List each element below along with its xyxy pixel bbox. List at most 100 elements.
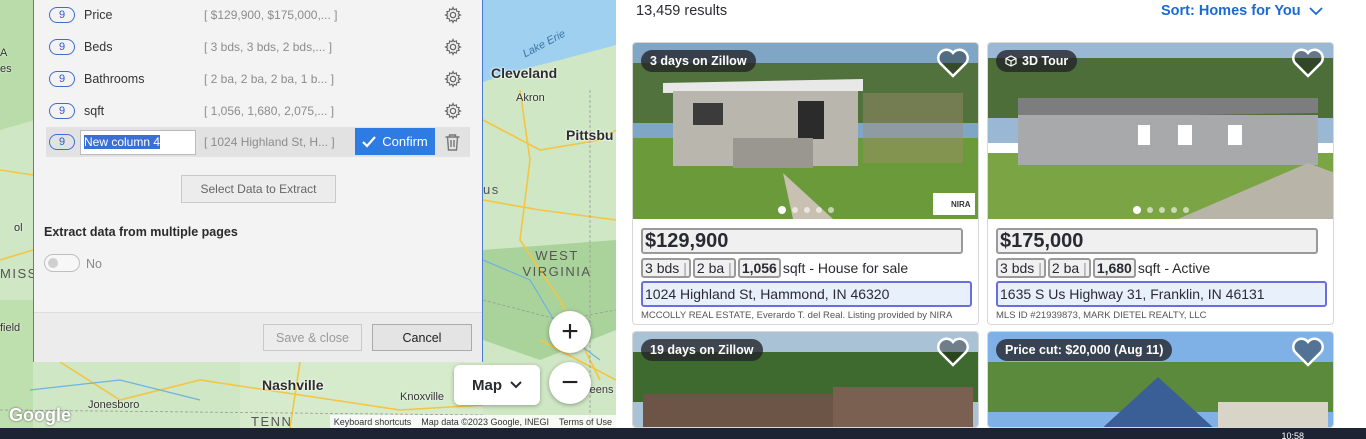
listing-info: $129,900 3 bds | 2 ba | 1,056 sqft - House… xyxy=(633,219,978,324)
map-label-state: WEST VIRGINIA xyxy=(522,248,592,279)
beds-fact: 3 bds | xyxy=(641,258,691,278)
listing-card[interactable]: 3D Tour $175,000 3 bds | 2 ba | 1,680 sqft… xyxy=(987,42,1334,325)
listing-card[interactable]: NIRA 3 days on Zillow $129,900 3 bds | 2 … xyxy=(632,42,979,325)
map-label-city: Knoxville xyxy=(400,391,445,403)
sqft-value: 1,680 xyxy=(1096,260,1132,276)
beds-unit: bds xyxy=(656,260,680,276)
nira-logo: NIRA xyxy=(951,200,971,209)
listing-tag: 3 days on Zillow xyxy=(641,50,756,72)
row-count-badge: 9 xyxy=(49,7,75,23)
listing-tag-label: 3 days on Zillow xyxy=(650,54,747,68)
column-preview: [ 1,056, 1,680, 2,075,... ] xyxy=(204,104,335,118)
sqft-fact: 1,056 xyxy=(737,258,781,278)
listing-photo[interactable]: 3D Tour xyxy=(988,43,1333,219)
sort-dropdown[interactable]: Sort: Homes for You xyxy=(1161,3,1323,19)
baths-value: 2 xyxy=(696,260,705,276)
photo-dots[interactable] xyxy=(1132,206,1189,214)
beds-value: 3 xyxy=(1000,260,1008,276)
baths-unit: ba xyxy=(708,260,725,276)
map-label-partial: field xyxy=(0,322,21,334)
column-row-editing[interactable]: 9 New column 4 [ 1024 Highland St, H... … xyxy=(46,127,470,157)
listing-price: $129,900 xyxy=(641,228,963,254)
map-label-city: Cleveland xyxy=(491,65,558,81)
gear-icon[interactable] xyxy=(444,70,462,88)
row-count-badge: 9 xyxy=(49,39,75,55)
heart-icon[interactable] xyxy=(936,47,970,79)
baths-fact: 2 ba | xyxy=(1047,258,1091,278)
row-count-badge: 9 xyxy=(49,103,75,119)
listing-broker: MCCOLLY REAL ESTATE, Everardo T. del Rea… xyxy=(641,310,953,321)
listing-facts: 3 bds | 2 ba | 1,056 sqft - House for sale xyxy=(641,257,908,279)
zoom-in-button[interactable]: + xyxy=(549,311,591,353)
taskbar: 10:58 xyxy=(0,428,1366,439)
map-label-partial: ol xyxy=(14,222,23,234)
keyboard-shortcuts-link[interactable]: Keyboard shortcuts xyxy=(334,417,412,427)
map-label-state: us xyxy=(483,182,500,197)
gear-icon[interactable] xyxy=(444,102,462,120)
listing-status: sqft - House for sale xyxy=(782,260,909,276)
map-label-state: TENN xyxy=(251,414,293,428)
map-label-city: Pittsbu xyxy=(566,127,614,143)
toggle-label: No xyxy=(86,257,102,271)
listing-card[interactable]: Price cut: $20,000 (Aug 11) xyxy=(987,331,1334,428)
heart-icon[interactable] xyxy=(1291,47,1325,79)
listing-photo[interactable]: 19 days on Zillow xyxy=(633,332,978,427)
results-panel: 13,459 results Sort: Homes for You NIRA … xyxy=(616,0,1366,428)
sqft-value: 1,056 xyxy=(741,260,777,276)
column-name: Bathrooms xyxy=(84,72,145,86)
cancel-button[interactable]: Cancel xyxy=(372,324,472,351)
check-icon xyxy=(362,135,377,148)
listing-photo[interactable]: Price cut: $20,000 (Aug 11) xyxy=(988,332,1333,427)
listing-address[interactable]: 1024 Highland St, Hammond, IN 46320 xyxy=(641,281,972,307)
column-preview: [ 1024 Highland St, H... ] xyxy=(204,135,335,149)
listing-info: $175,000 3 bds | 2 ba | 1,680 sqft - Activ… xyxy=(988,219,1333,324)
baths-unit: ba xyxy=(1063,260,1080,276)
listing-facts: 3 bds | 2 ba | 1,680 sqft - Active xyxy=(996,257,1210,279)
row-count-badge: 9 xyxy=(49,134,75,150)
heart-icon[interactable] xyxy=(936,336,970,368)
listing-photo[interactable]: NIRA 3 days on Zillow xyxy=(633,43,978,219)
multi-pages-toggle[interactable] xyxy=(44,254,80,272)
panel-footer: Save & close Cancel xyxy=(34,312,482,362)
listing-address[interactable]: 1635 S Us Highway 31, Franklin, IN 46131 xyxy=(996,281,1327,307)
column-name: Beds xyxy=(84,40,113,54)
column-preview: [ $129,900, $175,000,... ] xyxy=(204,8,338,22)
confirm-button[interactable]: Confirm xyxy=(355,128,435,155)
map-type-button[interactable]: Map xyxy=(454,365,540,405)
heart-icon[interactable] xyxy=(1291,336,1325,368)
listing-tag: 3D Tour xyxy=(996,50,1078,72)
confirm-button-label: Confirm xyxy=(382,134,428,149)
column-row[interactable]: 9 sqft [ 1,056, 1,680, 2,075,... ] xyxy=(46,96,470,126)
map-label-city: Akron xyxy=(516,92,545,104)
chevron-down-icon xyxy=(510,381,522,389)
column-name: sqft xyxy=(84,104,105,118)
map-label-partial: es xyxy=(0,63,12,75)
listing-card[interactable]: 19 days on Zillow xyxy=(632,331,979,428)
photo-dots[interactable] xyxy=(777,206,834,214)
column-name-input-value: New column 4 xyxy=(84,135,161,149)
results-count: 13,459 results xyxy=(636,3,728,19)
zoom-out-button[interactable]: − xyxy=(549,362,591,404)
baths-value: 2 xyxy=(1051,260,1060,276)
baths-fact: 2 ba | xyxy=(692,258,736,278)
terms-of-use-link[interactable]: Terms of Use xyxy=(559,417,612,427)
column-name-input[interactable]: New column 4 xyxy=(80,130,196,155)
listing-tag-label: 19 days on Zillow xyxy=(650,343,754,357)
taskbar-clock: 10:58 xyxy=(1281,431,1304,439)
sqft-fact: 1,680 xyxy=(1092,258,1136,278)
map-attribution: Keyboard shortcuts Map data ©2023 Google… xyxy=(329,415,616,428)
save-close-button[interactable]: Save & close xyxy=(263,324,362,351)
listing-price: $175,000 xyxy=(996,228,1318,254)
column-row[interactable]: 9 Beds [ 3 bds, 3 bds, 2 bds,... ] xyxy=(46,32,470,62)
map-label-partial: A xyxy=(0,47,8,59)
column-preview: [ 2 ba, 2 ba, 2 ba, 1 b... ] xyxy=(204,72,335,86)
column-name: Price xyxy=(84,8,113,22)
beds-value: 3 xyxy=(645,260,653,276)
column-row[interactable]: 9 Price [ $129,900, $175,000,... ] xyxy=(46,0,470,30)
gear-icon[interactable] xyxy=(444,38,462,56)
trash-icon[interactable] xyxy=(444,133,461,151)
select-data-button[interactable]: Select Data to Extract xyxy=(181,175,336,203)
gear-icon[interactable] xyxy=(444,6,462,24)
listing-tag: Price cut: $20,000 (Aug 11) xyxy=(996,339,1173,361)
column-row[interactable]: 9 Bathrooms [ 2 ba, 2 ba, 2 ba, 1 b... ] xyxy=(46,64,470,94)
